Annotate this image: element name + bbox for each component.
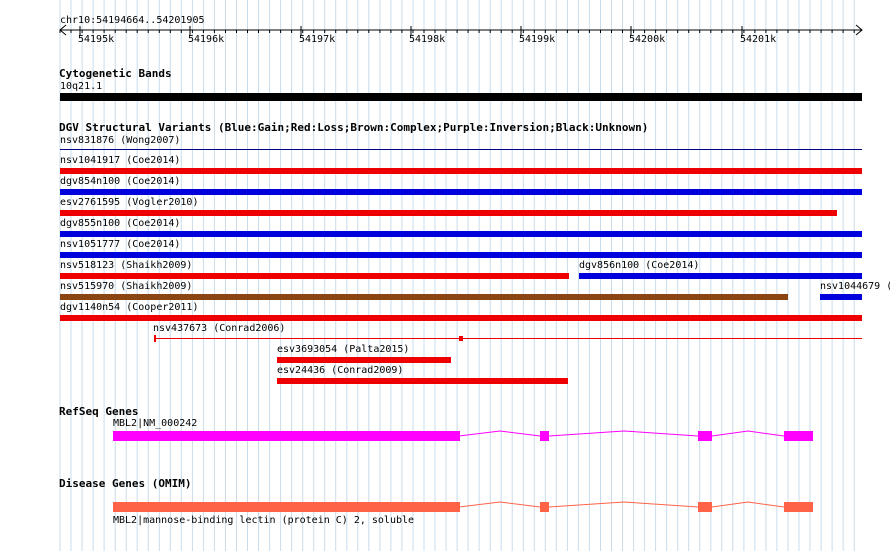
omim-gene-label: MBL2|mannose-binding lectin (protein C) … xyxy=(113,515,415,526)
omim-exon xyxy=(698,502,712,512)
omim-exon xyxy=(113,502,460,512)
omim-gene-model[interactable] xyxy=(0,0,890,551)
omim-exon xyxy=(784,502,813,512)
omim-exon xyxy=(540,502,549,512)
